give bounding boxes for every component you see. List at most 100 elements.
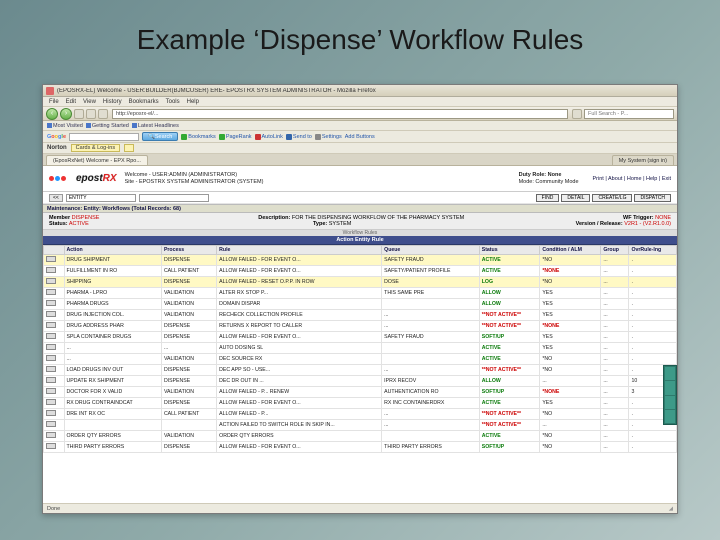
- row-edit-button[interactable]: [46, 410, 56, 416]
- nav-reload-button[interactable]: [74, 109, 84, 119]
- cell-status: **NOT ACTIVE**: [479, 310, 540, 321]
- col-action[interactable]: Action: [64, 246, 161, 255]
- dispatch-button[interactable]: DISPATCH: [634, 194, 671, 202]
- menu-view[interactable]: View: [83, 99, 96, 105]
- table-row[interactable]: DOCTOR FOR X VALIDVALIDATIONALLOW FAILED…: [44, 387, 677, 398]
- col-group[interactable]: Group: [601, 246, 629, 255]
- col-rule[interactable]: Rule: [217, 246, 382, 255]
- create-button[interactable]: CREATE/LG: [592, 194, 632, 202]
- menu-tools[interactable]: Tools: [166, 99, 180, 105]
- row-edit-button[interactable]: [46, 388, 56, 394]
- cell-rule: ORDER QTY ERRORS: [217, 431, 382, 442]
- row-edit-button[interactable]: [46, 377, 56, 383]
- google-search-button[interactable]: 🔍 Search: [142, 132, 178, 141]
- entity-select-2[interactable]: [139, 194, 209, 202]
- cell-status: ACTIVE: [479, 398, 540, 409]
- table-row[interactable]: DRUG INJECTION COL.VALIDATIONRECHECK COL…: [44, 310, 677, 321]
- col-edit[interactable]: [44, 246, 65, 255]
- col-ovrrule[interactable]: OvrRule-Ing: [629, 246, 677, 255]
- cell-condition: ...: [540, 420, 601, 431]
- bookmark-latest-headlines[interactable]: Latest Headlines: [132, 123, 179, 129]
- google-search-input[interactable]: [69, 133, 139, 141]
- cell-queue: [382, 343, 480, 354]
- resize-grip-icon[interactable]: ◢: [669, 506, 673, 512]
- browser-search-input[interactable]: Full Search - P...: [584, 109, 674, 119]
- row-edit-button[interactable]: [46, 278, 56, 284]
- table-row[interactable]: ......AUTO DOSING SLACTIVEYES....: [44, 343, 677, 354]
- row-edit-button[interactable]: [46, 267, 56, 273]
- gtb-pagerank[interactable]: PageRank: [219, 134, 252, 140]
- bookmark-getting-started[interactable]: Getting Started: [86, 123, 129, 129]
- table-row[interactable]: DRE INT RX OCCALL PATIENTALLOW FAILED - …: [44, 409, 677, 420]
- browser-menubar[interactable]: File Edit View History Bookmarks Tools H…: [43, 97, 677, 107]
- row-edit-button[interactable]: [46, 366, 56, 372]
- table-row[interactable]: SHIPPINGDISPENSEALLOW FAILED - RESET O.P…: [44, 277, 677, 288]
- row-edit-button[interactable]: [46, 333, 56, 339]
- cell-action: THIRD PARTY ERRORS: [64, 442, 161, 453]
- nav-forward-button[interactable]: ›: [60, 108, 72, 120]
- menu-history[interactable]: History: [103, 99, 122, 105]
- menu-help[interactable]: Help: [187, 99, 199, 105]
- menu-file[interactable]: File: [49, 99, 59, 105]
- gtb-bookmarks[interactable]: Bookmarks: [181, 134, 216, 140]
- table-row[interactable]: RX DRUG CONTRAINDCATDISPENSEALLOW FAILED…: [44, 398, 677, 409]
- tab-active[interactable]: (EposRxNet) Welcome - EPX Rpo...: [46, 155, 148, 165]
- cell-rule: ACTION FAILED TO SWITCH ROLE IN SKIP IN.…: [217, 420, 382, 431]
- menu-edit[interactable]: Edit: [66, 99, 76, 105]
- tab-background[interactable]: My System (sign in): [612, 155, 674, 165]
- side-widget-cell[interactable]: [665, 381, 675, 394]
- cell-process: DISPENSE: [161, 332, 216, 343]
- cell-rule: ALTER RX STOP P...: [217, 288, 382, 299]
- row-edit-button[interactable]: [46, 443, 56, 449]
- nav-back-button[interactable]: ‹: [46, 108, 58, 120]
- table-row[interactable]: DRUG ADDRESS PHARDISPENSERETURNS X REPOR…: [44, 321, 677, 332]
- side-widget[interactable]: [663, 365, 677, 425]
- url-input[interactable]: http://eposrx-el/...: [112, 109, 568, 119]
- header-links[interactable]: Print | About | Home | Help | Exit: [593, 176, 671, 182]
- entity-select[interactable]: ENTITY: [66, 194, 136, 202]
- col-process[interactable]: Process: [161, 246, 216, 255]
- table-row[interactable]: SPLA CONTAINER DRUGSDISPENSEALLOW FAILED…: [44, 332, 677, 343]
- table-row[interactable]: THIRD PARTY ERRORSDISPENSEALLOW FAILED -…: [44, 442, 677, 453]
- col-condition[interactable]: Condition / ALM: [540, 246, 601, 255]
- bookmark-most-visited[interactable]: Most Visited: [47, 123, 83, 129]
- detail-button[interactable]: DETAIL: [561, 194, 590, 202]
- table-row[interactable]: PHARMA DRUGSVALIDATIONDOMAIN DISPARALLOW…: [44, 299, 677, 310]
- table-row[interactable]: PHARMA - LPROVALIDATIONALTER RX STOP P..…: [44, 288, 677, 299]
- gtb-settings[interactable]: Settings: [315, 134, 342, 140]
- side-widget-cell[interactable]: [665, 367, 675, 380]
- row-edit-button[interactable]: [46, 289, 56, 295]
- feed-icon[interactable]: [572, 109, 582, 119]
- table-row[interactable]: DRUG SHIPMENTDISPENSEALLOW FAILED - FOR …: [44, 255, 677, 266]
- back-button[interactable]: <<: [49, 194, 63, 202]
- table-row[interactable]: UPDATE RX SHIPMENTDISPENSEDEC DR OUT IN …: [44, 376, 677, 387]
- row-edit-button[interactable]: [46, 432, 56, 438]
- row-edit-button[interactable]: [46, 256, 56, 262]
- gtb-sendto[interactable]: Send to: [286, 134, 312, 140]
- table-row[interactable]: ORDER QTY ERRORSVALIDATIONORDER QTY ERRO…: [44, 431, 677, 442]
- status-label: Status:: [49, 221, 68, 227]
- table-row[interactable]: FULFILLMENT IN ROCALL PATIENTALLOW FAILE…: [44, 266, 677, 277]
- menu-bookmarks[interactable]: Bookmarks: [129, 99, 159, 105]
- side-widget-cell[interactable]: [665, 410, 675, 423]
- table-row[interactable]: ...VALIDATIONDEC SOURCE RXACTIVE*NO....: [44, 354, 677, 365]
- gtb-addbuttons[interactable]: Add Buttons: [345, 134, 375, 140]
- norton-logins-button[interactable]: [124, 144, 134, 152]
- row-edit-button[interactable]: [46, 344, 56, 350]
- table-row[interactable]: ACTION FAILED TO SWITCH ROLE IN SKIP IN.…: [44, 420, 677, 431]
- col-status[interactable]: Status: [479, 246, 540, 255]
- norton-cards-button[interactable]: Cards & Log-ins: [71, 144, 120, 152]
- side-widget-cell[interactable]: [665, 396, 675, 409]
- nav-stop-button[interactable]: [86, 109, 96, 119]
- row-edit-button[interactable]: [46, 399, 56, 405]
- table-row[interactable]: LOAD DRUGS INV OUTDISPENSEDEC APP SO - U…: [44, 365, 677, 376]
- nav-home-button[interactable]: [98, 109, 108, 119]
- find-button[interactable]: FIND: [536, 194, 560, 202]
- row-edit-button[interactable]: [46, 355, 56, 361]
- col-queue[interactable]: Queue: [382, 246, 480, 255]
- row-edit-button[interactable]: [46, 311, 56, 317]
- row-edit-button[interactable]: [46, 421, 56, 427]
- row-edit-button[interactable]: [46, 300, 56, 306]
- row-edit-button[interactable]: [46, 322, 56, 328]
- gtb-autolink[interactable]: AutoLink: [255, 134, 283, 140]
